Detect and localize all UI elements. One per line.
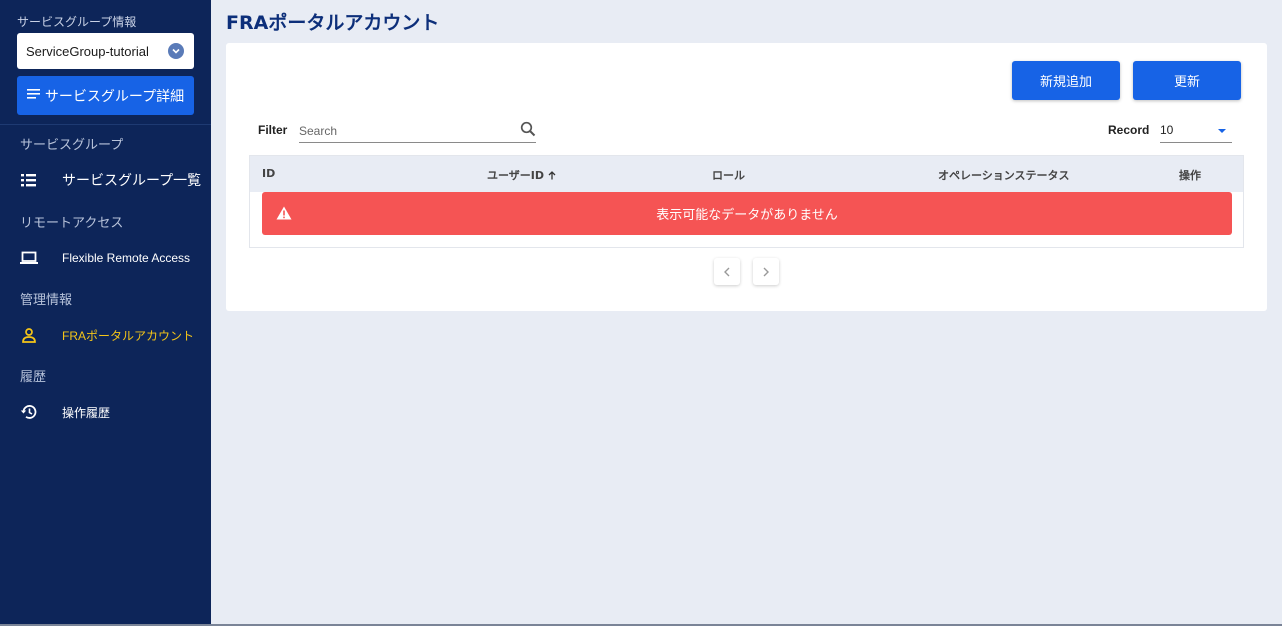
sidebar: サービスグループ情報 ServiceGroup-tutorial サービスグルー… xyxy=(0,0,211,626)
person-icon xyxy=(20,326,38,344)
column-header-operation-status[interactable]: オペレーションステータス xyxy=(938,167,1070,183)
column-header-id[interactable]: ID xyxy=(262,167,275,180)
add-new-button[interactable]: 新規追加 xyxy=(1012,61,1120,100)
service-group-select-value: ServiceGroup-tutorial xyxy=(26,43,149,59)
chevron-down-circle-icon xyxy=(168,43,184,59)
record-select-value: 10 xyxy=(1160,123,1174,137)
record-label: Record xyxy=(1108,123,1150,137)
sidebar-item-fra-portal-account[interactable]: FRAポータルアカウント xyxy=(0,317,211,353)
accounts-table: ID ユーザーID ロール オペレーションステータス 操作 表示可能なデータがあ… xyxy=(249,155,1244,248)
sidebar-item-service-group-list[interactable]: サービスグループ一覧 xyxy=(0,162,211,198)
laptop-icon xyxy=(20,249,38,267)
filter-label: Filter xyxy=(258,123,288,137)
sidebar-item-label: サービスグループ一覧 xyxy=(62,173,202,189)
sidebar-item-flexible-remote-access[interactable]: Flexible Remote Access xyxy=(0,240,211,276)
content-card: 新規追加 更新 Filter Record 10 ID ユーザーID ロール オ… xyxy=(226,43,1267,311)
column-header-role[interactable]: ロール xyxy=(712,167,745,183)
refresh-button[interactable]: 更新 xyxy=(1133,61,1241,100)
list-icon xyxy=(20,171,38,189)
history-icon xyxy=(20,403,38,421)
empty-data-message: 表示可能なデータがありません xyxy=(656,208,838,223)
sidebar-item-operation-history[interactable]: 操作履歴 xyxy=(0,394,211,430)
search-input[interactable] xyxy=(299,121,514,141)
record-select[interactable]: 10 xyxy=(1160,120,1232,143)
service-group-detail-button[interactable]: サービスグループ詳細 xyxy=(17,76,194,115)
list-lines-icon xyxy=(26,88,41,104)
next-page-button[interactable] xyxy=(753,258,779,285)
sidebar-group-history: 履歴 xyxy=(20,370,47,385)
service-group-detail-label: サービスグループ詳細 xyxy=(44,88,185,105)
column-header-actions: 操作 xyxy=(1179,169,1201,182)
sidebar-divider xyxy=(0,124,211,125)
service-group-info-label: サービスグループ情報 xyxy=(17,15,137,29)
previous-page-button[interactable] xyxy=(714,258,740,285)
search-icon[interactable] xyxy=(520,121,536,141)
sidebar-item-label: FRAポータルアカウント xyxy=(62,328,195,343)
column-header-label: ユーザーID xyxy=(487,169,545,182)
search-field xyxy=(299,120,536,143)
caret-down-icon xyxy=(1218,129,1226,133)
warning-icon xyxy=(276,206,292,224)
sidebar-item-label: Flexible Remote Access xyxy=(62,251,191,265)
sidebar-group-management-info: 管理情報 xyxy=(20,293,73,308)
service-group-select[interactable]: ServiceGroup-tutorial xyxy=(17,33,194,69)
page-title: FRAポータルアカウント xyxy=(226,12,440,34)
column-header-user-id[interactable]: ユーザーID xyxy=(487,167,556,183)
sidebar-item-label: 操作履歴 xyxy=(62,405,111,420)
sidebar-group-remote-access: リモートアクセス xyxy=(20,216,124,231)
empty-data-alert: 表示可能なデータがありません xyxy=(262,192,1232,235)
chevron-left-icon xyxy=(723,262,731,281)
table-header: ID ユーザーID ロール オペレーションステータス 操作 xyxy=(250,156,1243,192)
sort-ascending-icon xyxy=(548,169,556,182)
chevron-right-icon xyxy=(762,262,770,281)
sidebar-group-service-group: サービスグループ xyxy=(20,138,124,153)
